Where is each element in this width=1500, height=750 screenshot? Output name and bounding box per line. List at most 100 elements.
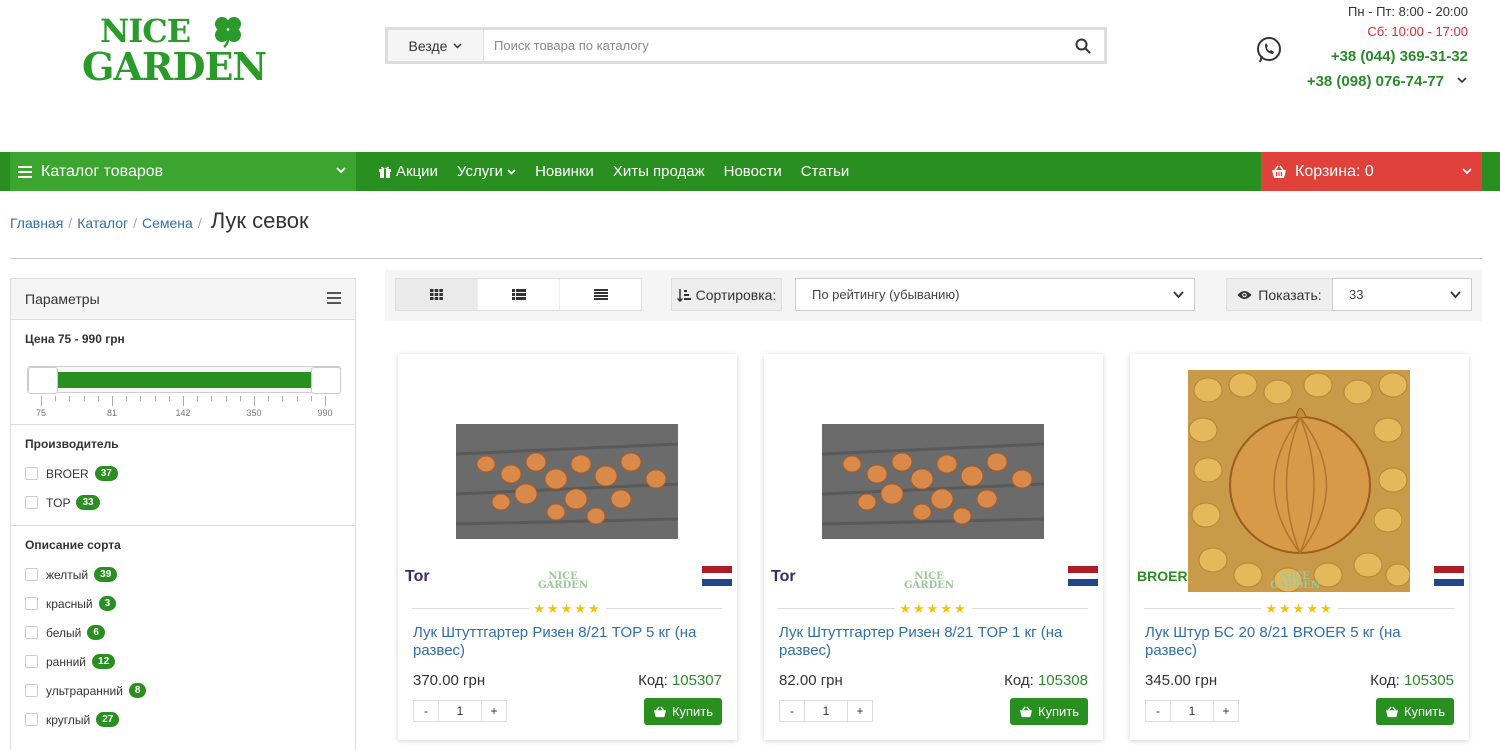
search-input[interactable]: Поиск товара по каталогу (484, 30, 1062, 61)
compact-view-button[interactable] (560, 279, 641, 310)
price-filter-title: Цена 75 - 990 грн (25, 332, 125, 346)
hours-weekdays: Пн - Пт: 8:00 - 20:00 (1348, 4, 1468, 19)
variety-filter: Описание сорта желтый 39 красный 3 белый 6 … (11, 526, 355, 742)
filter-option[interactable]: желтый 39 (25, 560, 341, 589)
slider-handle-max[interactable] (311, 367, 341, 394)
phone-secondary[interactable]: +38 (098) 076-74-77 (1307, 69, 1468, 94)
quantity-input[interactable]: 1 (1170, 701, 1214, 721)
checkbox[interactable] (25, 568, 38, 581)
count-badge: 8 (128, 683, 147, 698)
decrease-button[interactable]: - (1146, 701, 1170, 721)
brand-logo: Tor (771, 568, 796, 585)
onion-sets-photo (456, 424, 678, 539)
list-view-button[interactable] (478, 279, 560, 310)
product-name-link[interactable]: Лук Штуттгартер Ризен 8/21 TOP 5 кг (на … (413, 624, 723, 660)
code-label: Код: (1370, 672, 1400, 689)
basket-icon (1019, 705, 1032, 717)
count-badge: 12 (92, 654, 116, 669)
filter-option-label: BROER (46, 466, 89, 481)
buy-button[interactable]: Купить (1010, 698, 1088, 725)
gift-icon (379, 166, 391, 178)
rating-stars: ★★★★★ (1130, 601, 1469, 617)
count-badge: 37 (94, 466, 118, 481)
buy-button[interactable]: Купить (644, 698, 722, 725)
menu-item-services[interactable]: Услуги (457, 163, 516, 180)
filter-option[interactable]: круглый 27 (25, 705, 341, 734)
checkbox[interactable] (25, 684, 38, 697)
main-navbar: Каталог товаров Акции Услуги Новинки Хит… (0, 152, 1500, 191)
site-logo[interactable]: NICE GARDEN (82, 12, 282, 89)
menu-item-promos[interactable]: Акции (378, 163, 438, 180)
product-name-link[interactable]: Лук Штур БС 20 8/21 BROER 5 кг (на разве… (1145, 624, 1455, 660)
breadcrumb-catalog[interactable]: Каталог (77, 215, 128, 231)
chevron-down-icon[interactable] (1457, 77, 1467, 84)
checkbox[interactable] (25, 655, 38, 668)
menu-item-news[interactable]: Новости (724, 163, 782, 180)
checkbox[interactable] (25, 713, 38, 726)
breadcrumb-home[interactable]: Главная (10, 215, 63, 231)
cart-button[interactable]: Корзина: 0 (1261, 152, 1482, 191)
slider-tick (254, 396, 255, 406)
product-image[interactable] (822, 424, 1044, 539)
menu-item-bestsellers[interactable]: Хиты продаж (613, 163, 705, 180)
quantity-stepper: -1 + (779, 700, 873, 722)
price-slider[interactable]: 75 81 142 350 990 (25, 346, 341, 418)
filter-option[interactable]: TOP 33 (25, 488, 341, 517)
product-card[interactable]: BROER NICE GARDEN ★★★★★ Лук Штур БС 20 8/… (1130, 354, 1469, 740)
tick-label: 75 (35, 408, 47, 418)
filter-option[interactable]: BROER 37 (25, 459, 341, 488)
increase-button[interactable]: + (1214, 701, 1238, 721)
decrease-button[interactable]: - (780, 701, 804, 721)
filter-option[interactable]: белый 6 (25, 618, 341, 647)
increase-button[interactable]: + (482, 701, 506, 721)
quantity-stepper: -1 + (1145, 700, 1239, 722)
phone-primary[interactable]: +38 (044) 369-31-32 (1307, 44, 1468, 69)
menu-item-articles[interactable]: Статьи (801, 163, 850, 180)
slider-tick (239, 396, 241, 401)
filter-option[interactable]: ранний 12 (25, 647, 341, 676)
grid-view-button[interactable] (396, 279, 478, 310)
count-badge: 27 (96, 712, 120, 727)
filter-option[interactable]: ультраранний 8 (25, 676, 341, 705)
sort-select[interactable]: По рейтингу (убыванию) (795, 278, 1195, 311)
slider-tick (41, 396, 42, 406)
slider-tick (211, 396, 213, 401)
catalog-menu-button[interactable]: Каталог товаров (10, 152, 356, 191)
product-card[interactable]: Tor NICE GARDEN ★★★★★ Лук Штуттгартер Риз… (764, 354, 1103, 740)
eye-icon (1237, 290, 1252, 299)
watermark-logo: NICE GARDEN (1270, 572, 1320, 591)
breadcrumb-separator: / (133, 215, 137, 231)
product-name-link[interactable]: Лук Штуттгартер Ризен 8/21 TOP 1 кг (на … (779, 624, 1089, 660)
whatsapp-icon[interactable] (1255, 36, 1283, 64)
quantity-input[interactable]: 1 (438, 701, 482, 721)
search-scope-dropdown[interactable]: Везде (388, 30, 484, 61)
filter-option[interactable]: красный 3 (25, 589, 341, 618)
breadcrumb-seeds[interactable]: Семена (142, 215, 193, 231)
checkbox[interactable] (25, 626, 38, 639)
slider-tick (154, 396, 156, 401)
filter-option-label: круглый (46, 712, 91, 727)
checkbox[interactable] (25, 597, 38, 610)
onion-sets-photo (822, 424, 1044, 539)
checkbox[interactable] (25, 467, 38, 480)
chevron-down-icon (336, 167, 346, 174)
increase-button[interactable]: + (848, 701, 872, 721)
breadcrumb: Главная / Каталог / Семена / Лук севок (10, 208, 309, 234)
search-button[interactable] (1062, 30, 1104, 61)
product-image[interactable] (1188, 370, 1410, 592)
quantity-input[interactable]: 1 (804, 701, 848, 721)
slider-handle-min[interactable] (28, 367, 58, 394)
checkbox[interactable] (25, 496, 38, 509)
product-image[interactable] (456, 424, 678, 539)
slider-range (56, 372, 314, 388)
filter-option-label: ранний (46, 654, 87, 669)
decrease-button[interactable]: - (414, 701, 438, 721)
code-value: 105305 (1403, 672, 1454, 689)
hamburger-icon[interactable] (327, 292, 341, 304)
per-page-select[interactable]: 33 (1332, 278, 1472, 311)
star-icons: ★★★★★ (895, 601, 972, 616)
buy-label: Купить (671, 704, 714, 719)
buy-button[interactable]: Купить (1376, 698, 1454, 725)
product-card[interactable]: Tor NICE GARDEN ★★★★★ Лук Штуттгартер Риз… (398, 354, 737, 740)
menu-item-new[interactable]: Новинки (535, 163, 594, 180)
